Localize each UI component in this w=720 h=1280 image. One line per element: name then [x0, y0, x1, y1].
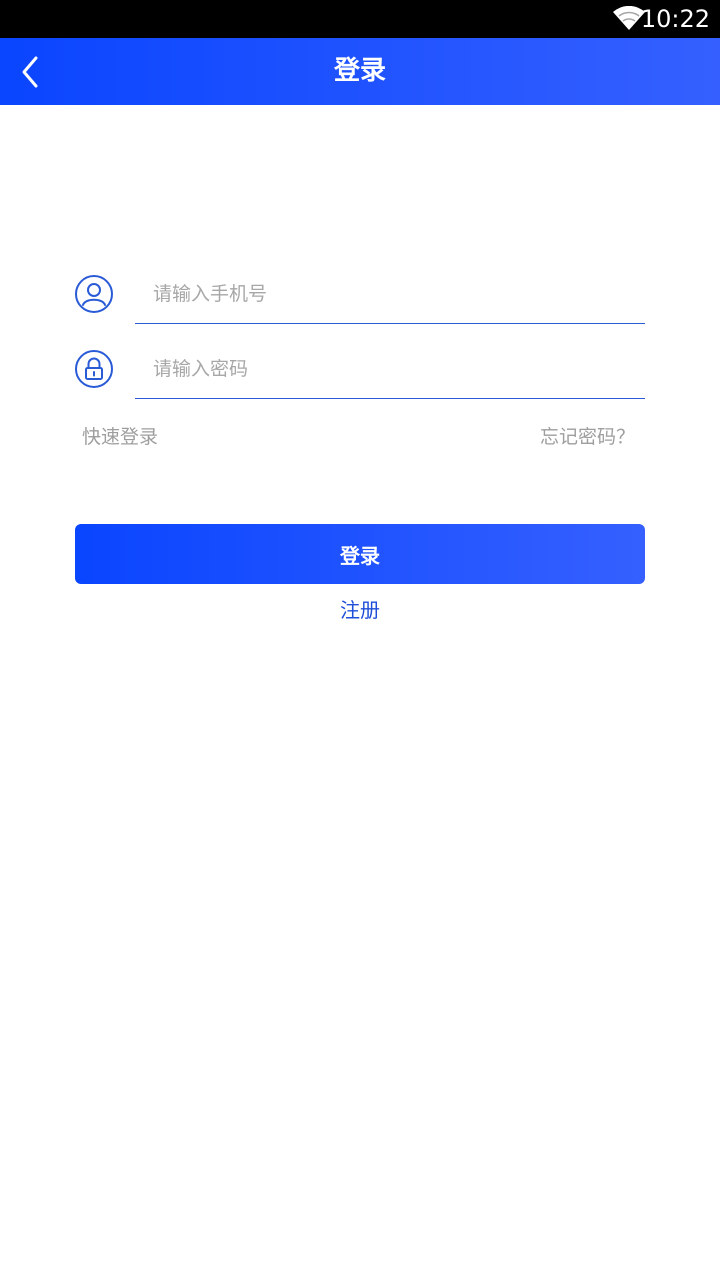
register-link[interactable]: 注册: [0, 594, 720, 623]
user-icon: [75, 275, 113, 313]
phone-underline: [135, 323, 645, 324]
status-bar: 10:22: [0, 0, 720, 38]
page-title: 登录: [333, 56, 386, 86]
password-input[interactable]: [153, 346, 633, 392]
app-bar: 登录: [0, 38, 720, 105]
status-time: 10:22: [640, 5, 710, 33]
password-underline: [135, 398, 645, 399]
login-button[interactable]: 登录: [75, 524, 645, 584]
lock-icon: [75, 350, 113, 388]
phone-input[interactable]: [153, 271, 633, 317]
chevron-left-icon: [22, 56, 38, 88]
quick-login-link[interactable]: 快速登录: [82, 422, 158, 449]
forgot-password-link[interactable]: 忘记密码？: [540, 422, 635, 449]
back-button[interactable]: [10, 46, 54, 98]
